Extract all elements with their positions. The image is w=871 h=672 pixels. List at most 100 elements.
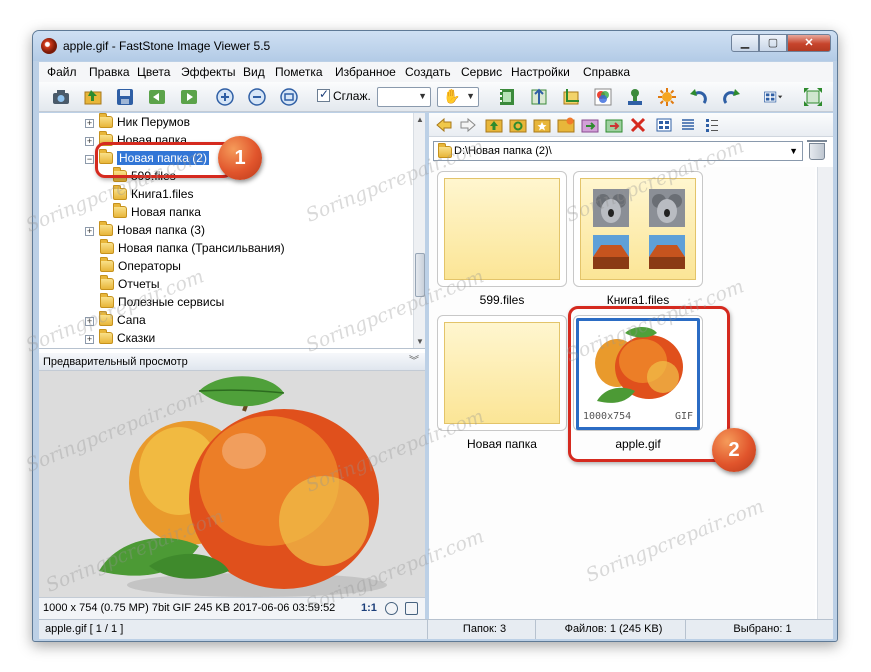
menu-create[interactable]: Создать	[405, 65, 451, 79]
effects-icon[interactable]	[657, 87, 677, 107]
tree-item-label: Новая папка (3)	[117, 223, 205, 237]
close-button[interactable]: ✕	[787, 34, 831, 52]
thumbnail-label: 599.files	[479, 293, 525, 307]
expand-icon[interactable]: +	[85, 227, 94, 236]
list-view-icon[interactable]	[679, 116, 697, 134]
tree-item[interactable]: Отчеты	[100, 275, 159, 293]
tree-item[interactable]: Новая папка	[113, 203, 201, 221]
save-icon[interactable]	[115, 87, 135, 107]
menu-effects[interactable]: Эффекты	[181, 65, 236, 79]
tree-item[interactable]: + Новая папка (3)	[85, 221, 205, 239]
next-image-icon[interactable]	[179, 87, 199, 107]
path-combo[interactable]: D:\Новая папка (2)\ ▼	[433, 141, 803, 161]
hand-tool-combo[interactable]: ✋ ▼	[437, 87, 479, 107]
zoom-out-icon[interactable]	[247, 87, 267, 107]
tree-item[interactable]: Операторы	[100, 257, 181, 275]
tree-item-label: Сапа	[117, 313, 146, 327]
preview-header: Предварительный просмотр ︾	[39, 353, 425, 371]
folder-thumbnail-icon	[444, 322, 560, 424]
collapse-icon[interactable]: −	[85, 155, 94, 164]
tree-item[interactable]: + Сапа	[85, 311, 146, 329]
tree-item[interactable]: + Ник Перумов	[85, 113, 190, 131]
thumbnail-view-icon[interactable]	[655, 116, 673, 134]
new-folder-icon[interactable]	[557, 116, 575, 134]
folder-icon	[99, 311, 113, 326]
path-row: D:\Новая папка (2)\ ▼	[429, 139, 833, 165]
menu-edit[interactable]: Правка	[89, 65, 130, 79]
menu-colors[interactable]: Цвета	[137, 65, 170, 79]
main-toolbar: Сглаж. ▼ ✋▼	[39, 82, 833, 112]
menu-settings[interactable]: Настройки	[511, 65, 570, 79]
tree-item[interactable]: Новая папка (Трансильвания)	[100, 239, 285, 257]
thumbnail-label: Новая папка	[467, 437, 537, 451]
chevron-down-icon: ▼	[466, 91, 475, 101]
thumbnail-folder[interactable]	[437, 171, 567, 287]
zoom-combo[interactable]: ▼	[377, 87, 431, 107]
app-icon[interactable]	[41, 38, 57, 54]
thumbnail-folder[interactable]	[573, 171, 703, 287]
menu-help[interactable]: Справка	[583, 65, 630, 79]
move-to-icon[interactable]	[605, 116, 623, 134]
thumbnail-folder[interactable]	[437, 315, 567, 431]
zoom-in-icon[interactable]	[215, 87, 235, 107]
maximize-button[interactable]: ▢	[759, 34, 787, 52]
tree-item[interactable]: Полезные сервисы	[100, 293, 224, 311]
crop-icon[interactable]	[561, 87, 581, 107]
expand-icon[interactable]: +	[85, 317, 94, 326]
status-bar: apple.gif [ 1 / 1 ] Папок: 3 Файлов: 1 (…	[39, 619, 833, 639]
menu-view[interactable]: Вид	[243, 65, 265, 79]
fullsize-icon[interactable]	[405, 602, 418, 615]
menu-file[interactable]: Файл	[47, 65, 77, 79]
fullscreen-icon[interactable]	[803, 87, 823, 107]
menu-tag[interactable]: Пометка	[275, 65, 323, 79]
tree-item[interactable]: Книга1.files	[113, 185, 193, 203]
camera-icon[interactable]	[51, 87, 71, 107]
menu-bar: Файл Правка Цвета Эффекты Вид Пометка Из…	[39, 62, 833, 82]
back-arrow-icon[interactable]	[435, 116, 453, 134]
tree-scrollbar[interactable]: ▲ ▼	[413, 113, 425, 348]
expand-icon[interactable]: +	[85, 119, 94, 128]
scroll-thumb[interactable]	[415, 253, 425, 297]
smooth-checkbox[interactable]: Сглаж.	[317, 87, 371, 103]
delete-icon[interactable]	[629, 116, 647, 134]
tree-item-label: Отчеты	[118, 277, 160, 291]
fit-icon[interactable]	[385, 602, 398, 615]
scroll-down-icon[interactable]: ▼	[416, 337, 424, 346]
copy-to-icon[interactable]	[581, 116, 599, 134]
actual-size-icon[interactable]	[279, 87, 299, 107]
scroll-up-icon[interactable]: ▲	[416, 115, 424, 124]
menu-tools[interactable]: Сервис	[461, 65, 502, 79]
folder-icon	[100, 275, 114, 290]
favorites-folder-icon[interactable]	[533, 116, 551, 134]
color-adjust-icon[interactable]	[593, 87, 613, 107]
stamp-icon[interactable]	[625, 87, 645, 107]
details-view-icon[interactable]	[703, 116, 721, 134]
browser-scrollbar[interactable]	[817, 167, 833, 619]
browser-toolbar	[429, 113, 833, 137]
zoom-ratio[interactable]: 1:1	[361, 598, 377, 618]
step-badge-1: 1	[218, 136, 262, 180]
tree-item-label: Новая папка	[131, 205, 201, 219]
chevron-down-icon[interactable]: ▼	[789, 142, 798, 160]
expand-icon[interactable]: +	[85, 137, 94, 146]
checkbox-icon[interactable]	[317, 87, 330, 102]
up-folder-icon[interactable]	[485, 116, 503, 134]
rotate-right-icon[interactable]	[721, 87, 741, 107]
tree-item[interactable]: + Сказки	[85, 329, 155, 347]
collapse-chevron-icon[interactable]: ︾	[409, 353, 419, 371]
prev-image-icon[interactable]	[147, 87, 167, 107]
menu-favorites[interactable]: Избранное	[335, 65, 396, 79]
window-title: apple.gif - FastStone Image Viewer 5.5	[63, 39, 271, 53]
trash-icon[interactable]	[807, 140, 827, 160]
slideshow-icon[interactable]	[497, 87, 517, 107]
refresh-folder-icon[interactable]	[509, 116, 527, 134]
tree-item-label: Операторы	[118, 259, 181, 273]
minimize-button[interactable]: ▁	[731, 34, 759, 52]
forward-arrow-icon[interactable]	[459, 116, 477, 134]
layout-menu-icon[interactable]	[763, 87, 791, 107]
rotate-left-icon[interactable]	[689, 87, 709, 107]
open-folder-icon[interactable]	[83, 87, 103, 107]
resize-icon[interactable]	[529, 87, 549, 107]
koala-preview-images	[593, 189, 685, 269]
expand-icon[interactable]: +	[85, 335, 94, 344]
